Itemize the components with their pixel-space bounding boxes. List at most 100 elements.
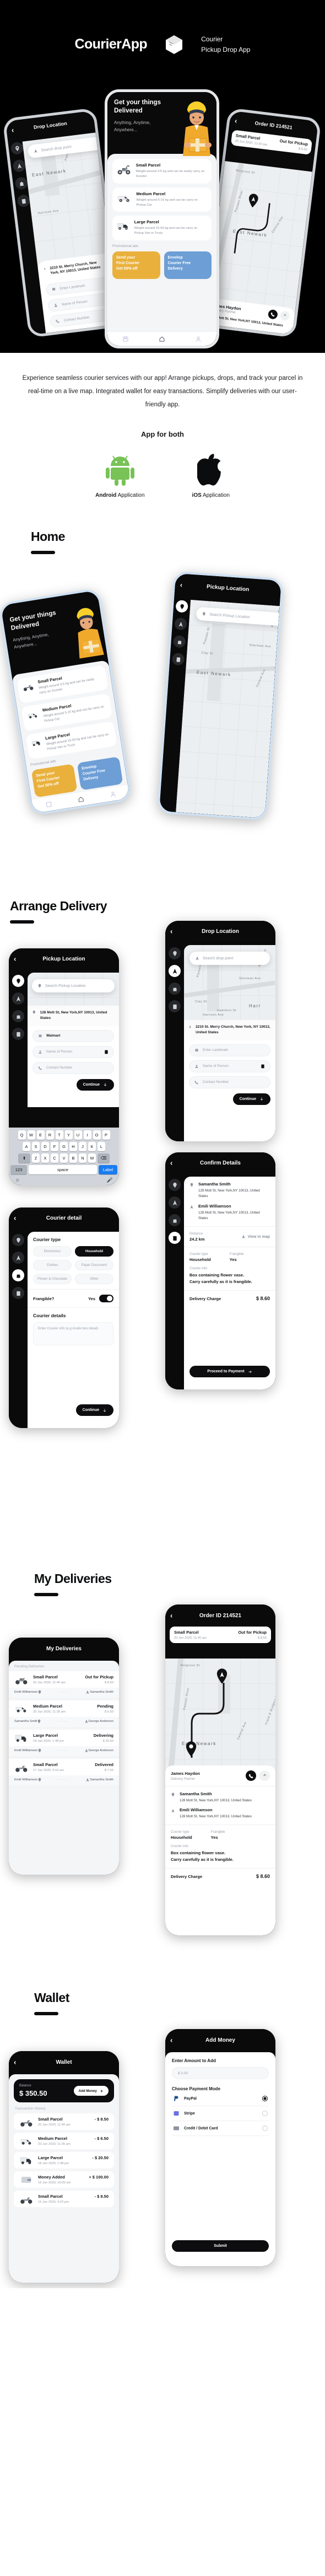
key-t[interactable]: T [55,1130,63,1140]
promo-card[interactable]: Send your First Courier Get 50% off [112,251,160,279]
orders-icon[interactable] [122,336,129,342]
pin-icon[interactable] [12,1234,24,1247]
clipboard-icon[interactable] [171,653,185,666]
pin-icon[interactable] [12,975,24,988]
key-l[interactable]: L [98,1142,105,1152]
key-f[interactable]: F [51,1142,58,1152]
drop-search-input[interactable]: Search drop point [189,952,270,965]
view-in-map-button[interactable]: View in map [241,1235,270,1239]
pin-icon[interactable] [175,600,188,613]
transaction-row[interactable]: Money Added + $ 100.00 16 Jun 2020, 10:0… [14,2171,114,2188]
home-icon[interactable] [159,336,165,342]
delivery-list-item[interactable]: Small Parcel Out for Pickup 20 Jun 2020,… [9,1671,119,1698]
key-c[interactable]: C [51,1153,58,1163]
bag-icon[interactable] [14,176,28,190]
pickup-map[interactable]: Clay St East Newark Sherman Ave Kearny A… [176,600,280,819]
key-y[interactable]: Y [64,1130,73,1140]
key-v[interactable]: V [60,1153,68,1163]
contacts-icon[interactable] [261,1064,265,1069]
drop-contact-input[interactable]: Contact Number [189,1076,270,1088]
key-g[interactable]: G [60,1142,68,1152]
pickup-contact-input[interactable]: Contact Number [32,1061,114,1074]
profile-icon[interactable] [109,791,117,798]
space-key[interactable]: space [29,1165,97,1175]
navigation-arrow-icon[interactable] [12,159,26,173]
back-icon[interactable]: ‹ [14,955,16,963]
action-key[interactable]: Label [99,1165,117,1175]
clipboard-icon[interactable] [12,1287,24,1300]
payment-option-stripe[interactable]: Stripe [172,2106,269,2122]
transaction-row[interactable]: Medium Parcel - $ 6.50 20 Jun 2020, 11:3… [14,2133,114,2150]
contacts-icon[interactable] [104,1050,109,1054]
pickup-continue-button[interactable]: Continue [76,1078,114,1091]
pickup-search-input[interactable]: Search Pickup Location [32,979,115,993]
key-r[interactable]: R [46,1130,54,1140]
pickup-name-input[interactable]: Name of Person [32,1045,114,1058]
payment-option-card[interactable]: Credit / Debit Card [172,2121,269,2137]
home-icon[interactable] [77,796,85,803]
transaction-row[interactable]: Small Parcel - $ 8.50 20 Jun 2020, 11:40… [14,2113,114,2130]
delivery-list-item[interactable]: Medium Parcel Pending 20 Jun 2020, 11:35… [9,1700,119,1727]
clipboard-icon[interactable] [169,1232,181,1244]
clipboard-icon[interactable] [12,1028,24,1040]
key-i[interactable]: I [83,1130,91,1140]
bag-icon[interactable] [12,1010,24,1023]
key-q[interactable]: Q [18,1130,26,1140]
delivery-list-item[interactable]: Large Parcel Delivering 18 Jun 2020, 1:4… [9,1730,119,1757]
pin-icon[interactable] [10,141,24,155]
key-p[interactable]: P [102,1130,110,1140]
bag-icon[interactable] [169,1214,181,1227]
drop-landmark-input[interactable]: Enter Landmark [189,1044,270,1056]
chip-household[interactable]: Household [75,1246,113,1257]
drop-continue-button[interactable]: Continue [232,1093,270,1105]
key-h[interactable]: H [69,1142,77,1152]
key-e[interactable]: E [36,1130,45,1140]
chip-paper-document[interactable]: Paper Document [75,1260,113,1271]
promo-card[interactable]: Envelop Courier Free Delivery [77,756,123,791]
key-u[interactable]: U [74,1130,82,1140]
amount-input[interactable]: $ 0.00 [172,2067,269,2080]
key-d[interactable]: D [41,1142,49,1152]
bag-icon[interactable] [172,635,186,648]
key-j[interactable]: J [79,1142,86,1152]
parcel-card[interactable]: Large Parcel Weight around 15-50 kg and … [112,216,212,240]
navigation-arrow-icon[interactable] [174,618,187,631]
back-icon[interactable]: ‹ [14,1214,16,1222]
back-icon[interactable]: ‹ [11,126,14,134]
chip-flower-chocolate[interactable]: Flower & Chocolate [33,1274,72,1285]
courier-detail-continue-button[interactable]: Continue [75,1404,113,1416]
order-map[interactable]: Belgrove Dr East Newark Central Ave Fran… [165,1659,275,1774]
key-w[interactable]: W [27,1130,35,1140]
key-z[interactable]: Z [32,1153,40,1163]
phone-icon[interactable] [246,1770,256,1781]
shift-icon[interactable]: ⬆ [18,1153,30,1163]
card-radio[interactable] [262,2126,268,2132]
drop-contact-input[interactable]: Contact Number [49,308,113,328]
promo-card[interactable]: Send your First Courier Get 50% off [31,764,78,798]
clipboard-icon[interactable] [17,194,30,208]
phone-icon[interactable] [267,309,278,320]
back-icon[interactable]: ‹ [180,581,182,589]
back-icon[interactable]: ‹ [170,1159,172,1167]
clipboard-icon[interactable] [169,1000,181,1013]
key-b[interactable]: B [69,1153,77,1163]
pin-icon[interactable] [169,947,181,960]
pickup-landmark-input[interactable]: Walmart [32,1029,114,1042]
courier-details-textarea[interactable]: Enter Courier info (e.g inside box detai… [33,1322,113,1346]
navigation-arrow-icon[interactable] [12,992,24,1005]
chevron-up-icon[interactable]: ^ [259,1770,270,1781]
chevron-up-icon[interactable]: ^ [279,310,290,321]
transaction-row[interactable]: Large Parcel - $ 20.50 18 Jun 2020, 1:48… [14,2152,114,2169]
key-k[interactable]: K [88,1142,96,1152]
navigation-arrow-icon[interactable] [169,1196,181,1209]
drop-map[interactable]: Clay St Sherman Ave Kearny Ave Hamilton … [184,945,275,1021]
key-n[interactable]: N [79,1153,86,1163]
parcel-card[interactable]: Medium Parcel Weight around 5-15 kg and … [112,187,212,212]
chip-other[interactable]: Other [75,1274,113,1285]
bag-icon[interactable] [12,1269,24,1282]
payment-option-paypal[interactable]: PayPal [172,2091,269,2107]
back-icon[interactable]: ‹ [234,116,237,125]
add-money-button[interactable]: Add Money [73,2086,109,2096]
frangible-toggle[interactable] [99,1295,113,1303]
order-map[interactable]: East Newark Belgrove Dr Central Ave Pass… [204,161,312,335]
